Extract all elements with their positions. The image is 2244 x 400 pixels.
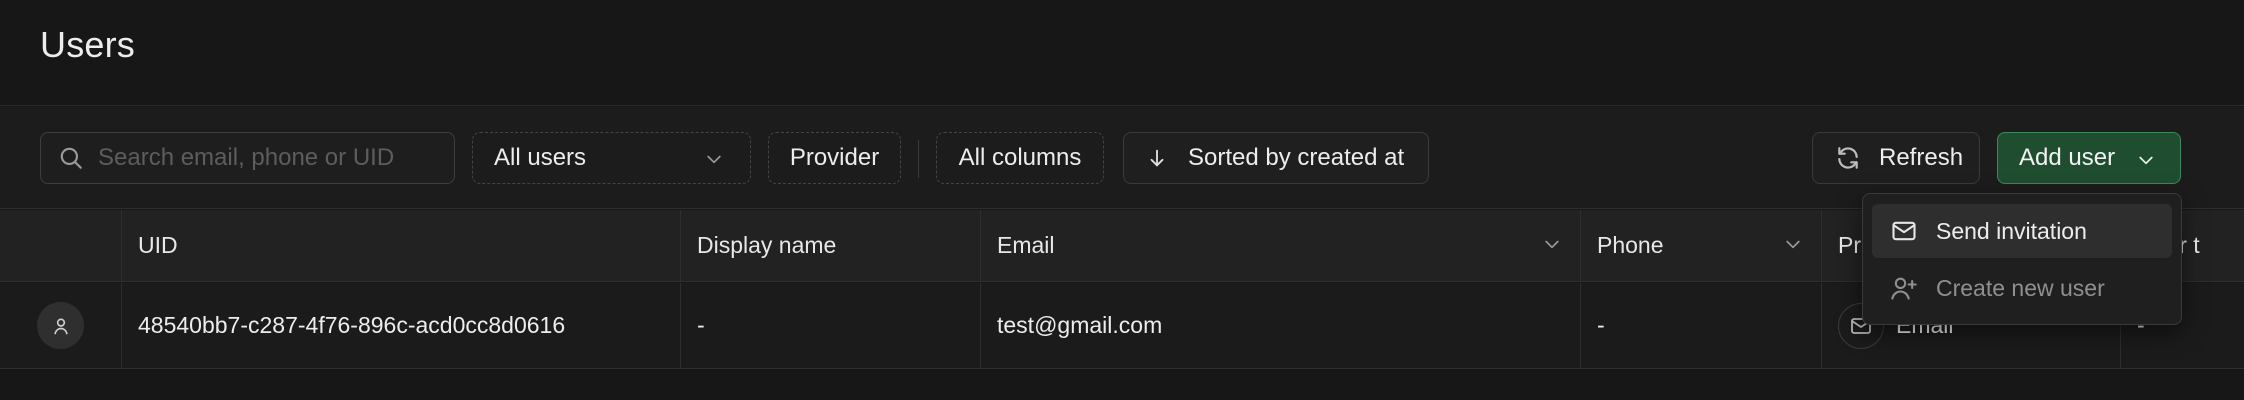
column-header-phone[interactable]: Phone [1581, 210, 1822, 281]
menu-item-label: Create new user [1936, 274, 2105, 301]
sort-button[interactable]: Sorted by created at [1123, 132, 1429, 184]
user-filter-label: All users [494, 144, 587, 171]
search-box[interactable] [40, 132, 455, 184]
user-icon [53, 318, 68, 334]
column-header-label: Phone [1597, 232, 1664, 258]
columns-label: All columns [958, 144, 1082, 171]
add-user-menu: Send invitation Create new user [1862, 193, 2182, 325]
provider-filter-button[interactable]: Provider [768, 132, 901, 184]
uid-value: 48540bb7-c287-4f76-896c-acd0cc8d0616 [138, 312, 566, 338]
chevron-down-icon [707, 155, 721, 164]
row-avatar-cell [0, 283, 122, 368]
cell-uid: 48540bb7-c287-4f76-896c-acd0cc8d0616 [122, 283, 681, 368]
chevron-down-icon[interactable] [1542, 234, 1562, 254]
add-user-button[interactable]: Add user [1997, 132, 2181, 184]
column-header-label: UID [138, 232, 178, 258]
arrow-down-icon [1150, 149, 1164, 167]
columns-button[interactable]: All columns [936, 132, 1104, 184]
column-header-display-name[interactable]: Display name [681, 210, 981, 281]
refresh-icon [1838, 147, 1858, 169]
add-user-label: Add user [2019, 144, 2116, 171]
avatar [37, 302, 84, 349]
cell-email: test@gmail.com [981, 283, 1581, 368]
column-header-select [0, 210, 122, 281]
refresh-button[interactable]: Refresh [1812, 132, 1980, 184]
users-page: Users All users Provider All columns Sor… [0, 0, 2244, 400]
column-header-label: Display name [697, 232, 837, 258]
user-filter-dropdown[interactable]: All users [472, 132, 751, 184]
chevron-down-icon [2139, 156, 2153, 165]
chevron-down-icon[interactable] [1783, 234, 1803, 254]
menu-item-send-invitation[interactable]: Send invitation [1872, 204, 2172, 258]
sort-label: Sorted by created at [1188, 144, 1405, 171]
toolbar-divider [918, 140, 919, 178]
refresh-label: Refresh [1879, 144, 1964, 171]
user-plus-icon [1891, 277, 1917, 300]
display-name-value: - [697, 312, 705, 338]
email-value: test@gmail.com [997, 312, 1163, 338]
cell-phone: - [1581, 283, 1822, 368]
cell-display-name: - [681, 283, 981, 368]
column-header-label: Pr [1838, 232, 1861, 258]
column-header-email[interactable]: Email [981, 210, 1581, 281]
search-icon [60, 147, 82, 169]
page-title: Users [40, 24, 136, 65]
mail-icon [1892, 221, 1916, 241]
page-header: Users [0, 0, 2244, 106]
provider-filter-label: Provider [789, 144, 880, 171]
phone-value: - [1597, 312, 1605, 338]
search-input[interactable] [98, 144, 438, 172]
column-header-uid[interactable]: UID [122, 210, 681, 281]
menu-item-label: Send invitation [1936, 217, 2087, 244]
column-header-label: Email [997, 232, 1055, 258]
menu-item-create-new-user[interactable]: Create new user [1872, 261, 2172, 315]
